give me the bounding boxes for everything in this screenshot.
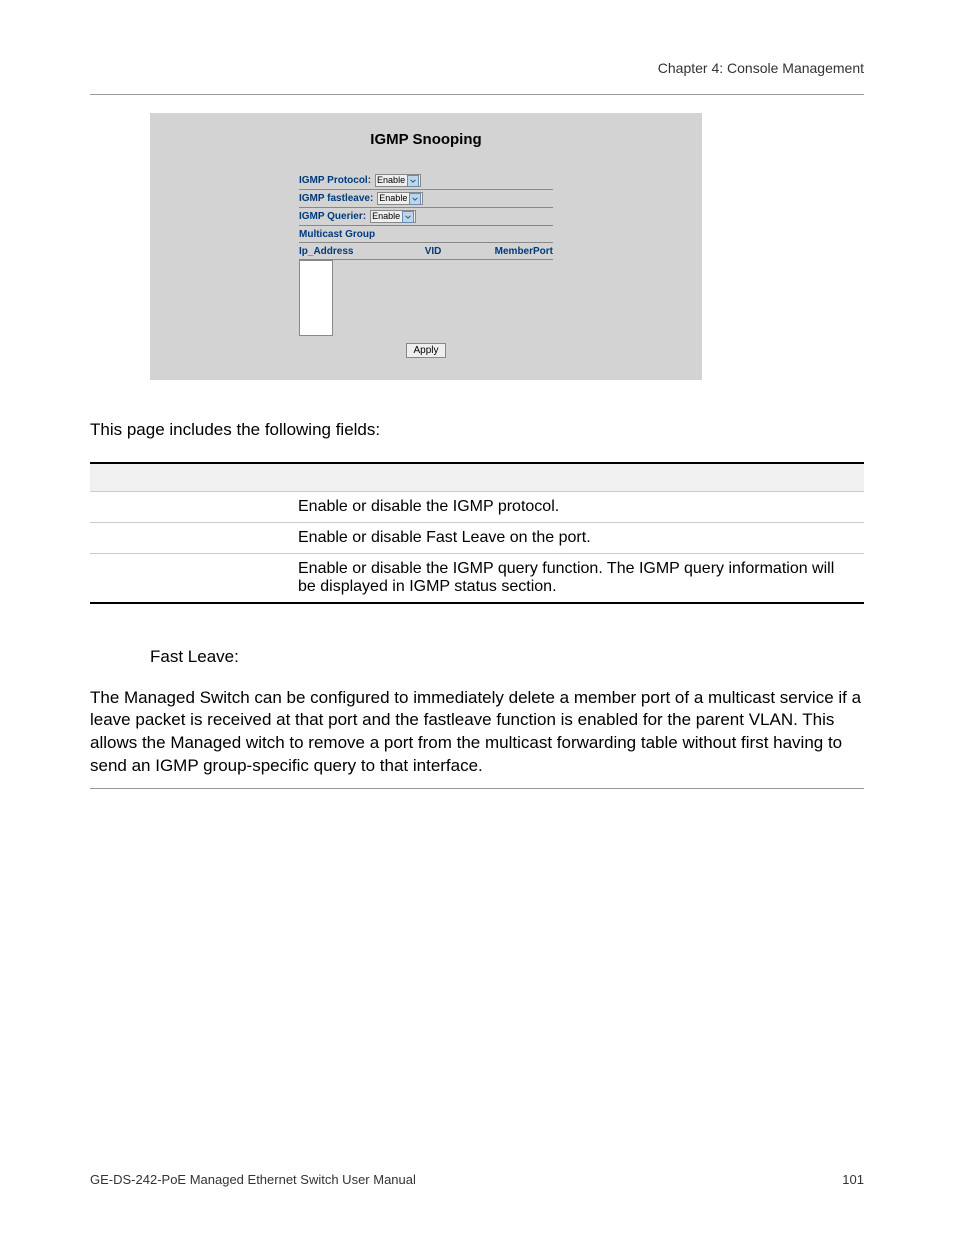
multicast-group-label: Multicast Group bbox=[299, 226, 553, 243]
igmp-fastleave-label: IGMP fastleave: bbox=[299, 193, 373, 204]
select-value: Enable bbox=[377, 175, 405, 186]
field-label bbox=[90, 553, 290, 603]
intro-text: This page includes the following fields: bbox=[90, 420, 864, 440]
igmp-querier-row: IGMP Querier: Enable bbox=[299, 208, 553, 226]
select-value: Enable bbox=[379, 193, 407, 204]
multicast-listbox[interactable] bbox=[299, 260, 333, 336]
fast-leave-heading: Fast Leave: bbox=[150, 647, 864, 667]
table-row: Enable or disable Fast Leave on the port… bbox=[90, 522, 864, 553]
chevron-down-icon[interactable] bbox=[409, 193, 421, 205]
divider bbox=[90, 788, 864, 789]
col-vid: VID bbox=[398, 246, 469, 257]
chevron-down-icon[interactable] bbox=[407, 175, 419, 187]
table-row: Enable or disable the IGMP query functio… bbox=[90, 553, 864, 603]
igmp-querier-label: IGMP Querier: bbox=[299, 211, 366, 222]
field-desc: Enable or disable the IGMP protocol. bbox=[290, 491, 864, 522]
igmp-querier-select[interactable]: Enable bbox=[370, 210, 416, 223]
igmp-protocol-select[interactable]: Enable bbox=[375, 174, 421, 187]
table-row: Enable or disable the IGMP protocol. bbox=[90, 491, 864, 522]
field-label bbox=[90, 522, 290, 553]
page-number: 101 bbox=[842, 1172, 864, 1187]
col-ip-address: Ip_Address bbox=[299, 246, 398, 257]
select-value: Enable bbox=[372, 211, 400, 222]
table-header-row bbox=[90, 463, 864, 491]
apply-button[interactable]: Apply bbox=[406, 343, 445, 358]
igmp-panel: IGMP Snooping IGMP Protocol: Enable IGMP… bbox=[150, 113, 702, 380]
igmp-fastleave-select[interactable]: Enable bbox=[377, 192, 423, 205]
igmp-fastleave-row: IGMP fastleave: Enable bbox=[299, 190, 553, 208]
field-desc: Enable or disable the IGMP query functio… bbox=[290, 553, 864, 603]
chapter-header: Chapter 4: Console Management bbox=[90, 60, 864, 76]
divider bbox=[90, 94, 864, 95]
footer-title: GE-DS-242-PoE Managed Ethernet Switch Us… bbox=[90, 1172, 416, 1187]
multicast-table-header: Ip_Address VID MemberPort bbox=[299, 243, 553, 260]
fast-leave-paragraph: The Managed Switch can be configured to … bbox=[90, 687, 864, 779]
chevron-down-icon[interactable] bbox=[402, 211, 414, 223]
col-memberport: MemberPort bbox=[468, 246, 553, 257]
field-label bbox=[90, 491, 290, 522]
panel-title: IGMP Snooping bbox=[150, 131, 702, 148]
field-desc: Enable or disable Fast Leave on the port… bbox=[290, 522, 864, 553]
fields-table: Enable or disable the IGMP protocol. Ena… bbox=[90, 462, 864, 617]
igmp-protocol-label: IGMP Protocol: bbox=[299, 175, 371, 186]
igmp-protocol-row: IGMP Protocol: Enable bbox=[299, 172, 553, 190]
page-footer: GE-DS-242-PoE Managed Ethernet Switch Us… bbox=[90, 1172, 864, 1187]
